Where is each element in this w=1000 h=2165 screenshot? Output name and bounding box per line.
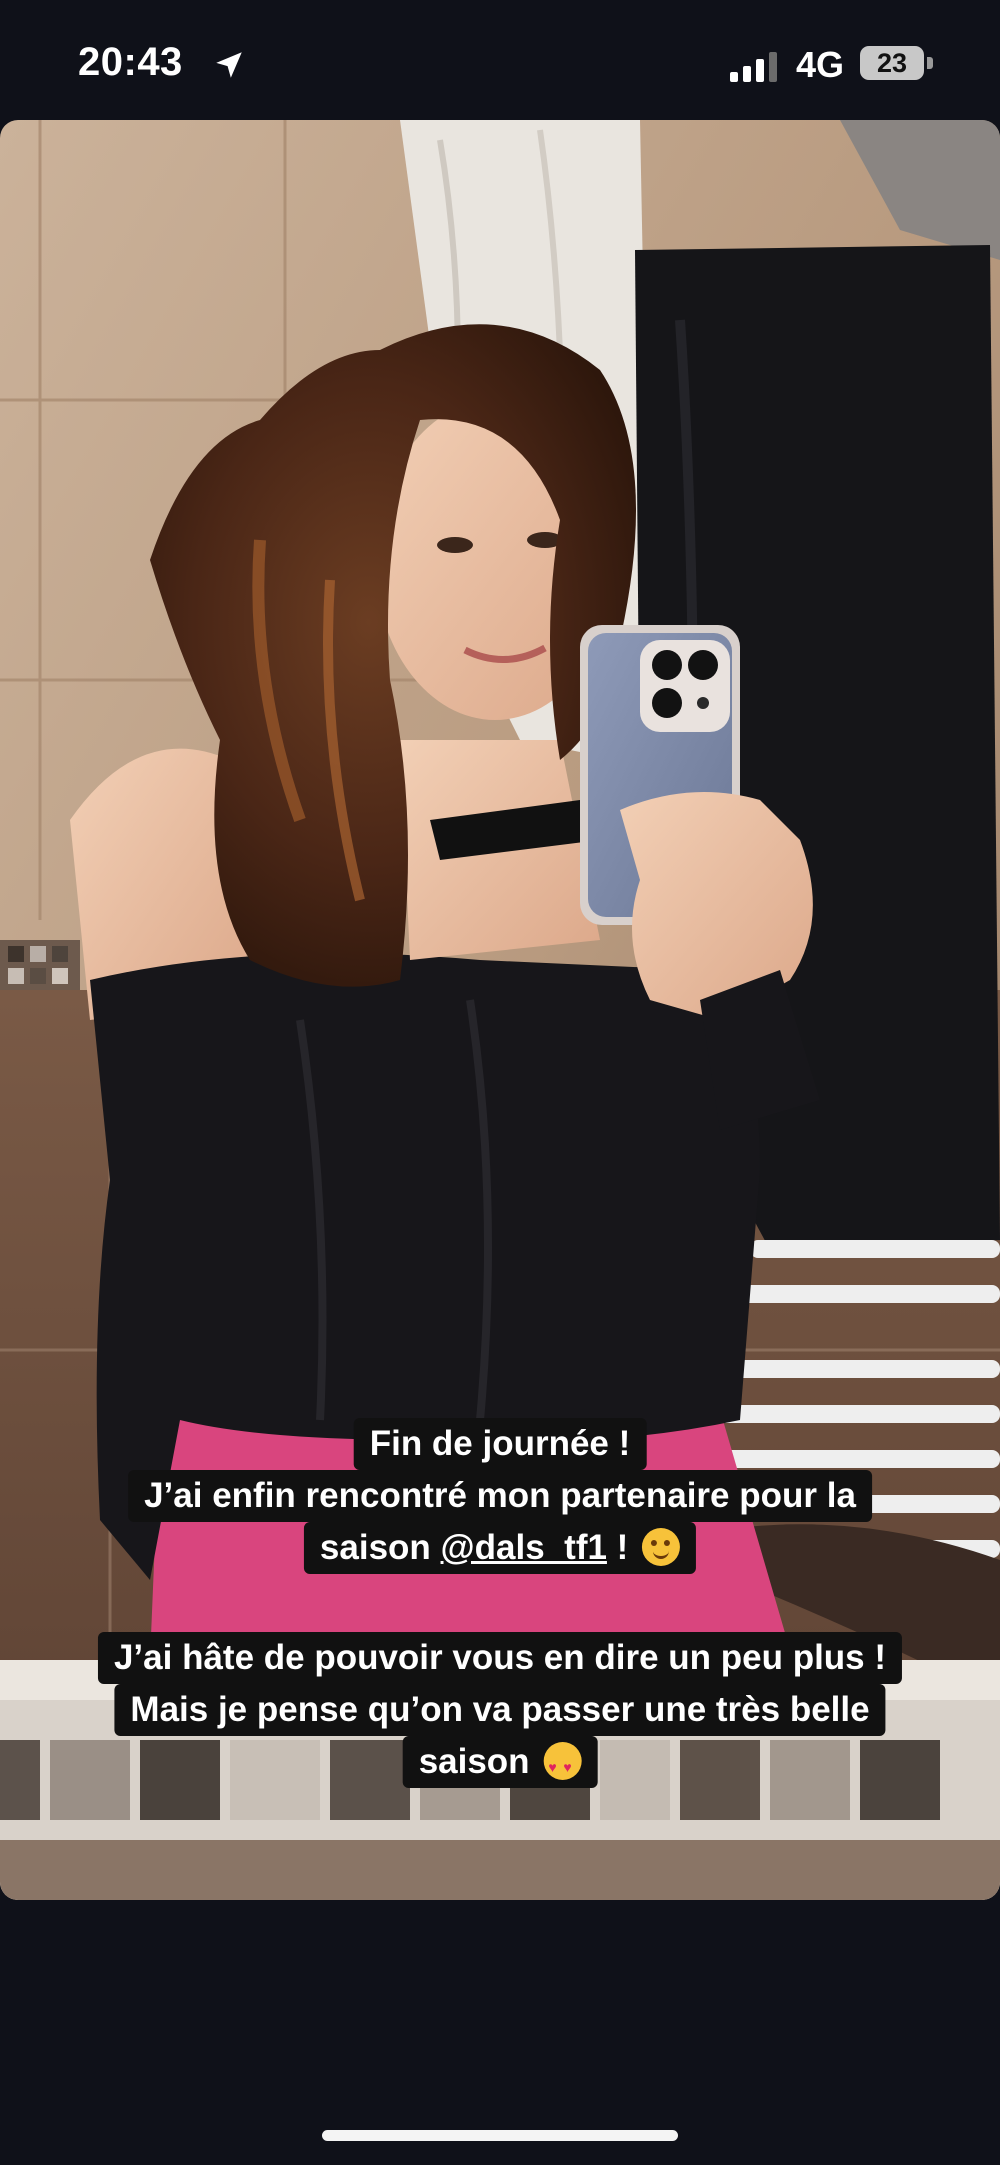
caption-line: saison @dals_tf1 ! [303, 1522, 697, 1574]
home-indicator[interactable] [322, 2130, 678, 2141]
battery-level: 23 [876, 48, 908, 78]
status-time: 20:43 [78, 40, 183, 84]
caption-line: Mais je pense qu’on va passer une très b… [114, 1684, 886, 1736]
hugging-face-emoji-icon [642, 1528, 681, 1566]
caption-line: J’ai hâte de pouvoir vous en dire un peu… [97, 1632, 903, 1684]
location-arrow-icon [216, 52, 242, 78]
heart-eyes-emoji-icon [543, 1742, 582, 1789]
caption-line: saison [402, 1736, 598, 1789]
network-type: 4G [796, 44, 845, 85]
caption-line: Fin de journée ! [353, 1418, 647, 1470]
mention-link[interactable]: @dals_tf1 [441, 1528, 607, 1567]
caption-line: J’ai enfin rencontré mon partenaire pour… [128, 1470, 872, 1522]
status-bar: 20:43 4G 23 [0, 0, 1000, 120]
battery-icon: 23 [860, 46, 934, 82]
cellular-signal-icon [730, 52, 777, 82]
